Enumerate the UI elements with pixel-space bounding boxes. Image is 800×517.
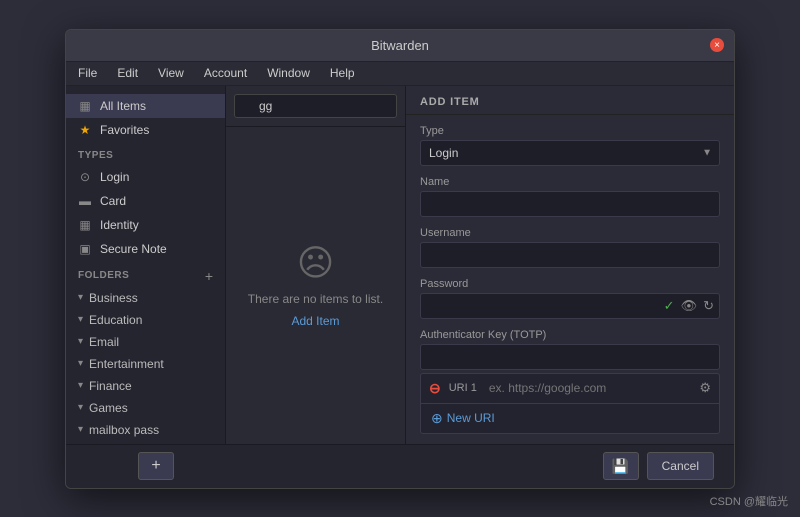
window-title: Bitwarden	[371, 38, 429, 53]
folder-finance[interactable]: ▾ Finance	[66, 375, 225, 397]
totp-form-group: Authenticator Key (TOTP)	[420, 329, 720, 370]
menu-account[interactable]: Account	[200, 64, 251, 82]
name-input[interactable]	[420, 191, 720, 217]
uri-remove-button[interactable]: ⊖	[429, 380, 441, 397]
bottom-left: +	[76, 452, 236, 480]
password-eye-icon[interactable]: 👁	[681, 298, 698, 314]
folder-arrow-icon: ▾	[78, 424, 83, 435]
identity-icon: ▦	[78, 218, 92, 232]
password-form-group: Password ✓ 👁 ↻	[420, 278, 720, 319]
menu-edit[interactable]: Edit	[113, 64, 142, 82]
sidebar-item-favorites[interactable]: ★ Favorites	[66, 118, 225, 142]
types-section-label: TYPES	[66, 142, 225, 165]
uri-section: ⊖ URI 1 ⚙ ⊕ New URI	[420, 373, 720, 434]
menu-view[interactable]: View	[154, 64, 188, 82]
folder-business[interactable]: ▾ Business	[66, 287, 225, 309]
menubar: File Edit View Account Window Help	[66, 62, 734, 86]
uri-settings-icon[interactable]: ⚙	[699, 380, 711, 396]
folder-arrow-icon: ▾	[78, 380, 83, 391]
sidebar-item-all-items[interactable]: ▦ All Items	[66, 94, 225, 118]
watermark: CSDN @耀临光	[710, 493, 788, 509]
save-button[interactable]: 💾	[603, 452, 639, 480]
menu-window[interactable]: Window	[263, 64, 314, 82]
folders-section-header: FOLDERS +	[66, 261, 225, 287]
main-content: ▦ All Items ★ Favorites TYPES ⊙ Login ▬ …	[66, 86, 734, 444]
sidebar-item-login[interactable]: ⊙ Login	[66, 165, 225, 189]
menu-help[interactable]: Help	[326, 64, 359, 82]
empty-state-text: There are no items to list.	[248, 292, 383, 306]
folder-entertainment[interactable]: ▾ Entertainment	[66, 353, 225, 375]
new-uri-plus-icon: ⊕	[431, 410, 443, 427]
password-generate-icon[interactable]: ↻	[703, 298, 714, 314]
folder-education[interactable]: ▾ Education	[66, 309, 225, 331]
login-icon: ⊙	[78, 170, 92, 184]
totp-label: Authenticator Key (TOTP)	[420, 329, 720, 341]
sidebar-item-secure-note[interactable]: ▣ Secure Note	[66, 237, 225, 261]
bottom-right: 💾 Cancel	[236, 452, 724, 480]
password-check-icon[interactable]: ✓	[664, 298, 675, 314]
folder-arrow-icon: ▾	[78, 292, 83, 303]
sidebar-item-identity[interactable]: ▦ Identity	[66, 213, 225, 237]
folder-arrow-icon: ▾	[78, 336, 83, 347]
type-select[interactable]: Login Card Identity Secure Note	[420, 140, 720, 166]
username-form-group: Username	[420, 227, 720, 268]
totp-input[interactable]	[420, 344, 720, 370]
username-input[interactable]	[420, 242, 720, 268]
sidebar: ▦ All Items ★ Favorites TYPES ⊙ Login ▬ …	[66, 86, 226, 444]
type-label: Type	[420, 125, 720, 137]
desktop-background: Bitwarden × File Edit View Account Windo…	[0, 0, 800, 517]
type-form-group: Type Login Card Identity Secure Note ▼	[420, 125, 720, 166]
sad-face-icon: ☹	[297, 242, 335, 284]
add-large-button[interactable]: +	[138, 452, 174, 480]
card-icon: ▬	[78, 194, 92, 208]
uri-label: URI 1	[449, 382, 477, 394]
save-icon: 💾	[612, 458, 629, 475]
secure-note-icon: ▣	[78, 242, 92, 256]
items-list-panel: 🔍 ☹ There are no items to list. Add Item	[226, 86, 406, 444]
bottom-bar: + 💾 Cancel	[66, 444, 734, 488]
search-wrapper: 🔍	[234, 94, 397, 118]
folder-arrow-icon: ▾	[78, 314, 83, 325]
folder-arrow-icon: ▾	[78, 402, 83, 413]
type-select-wrapper: Login Card Identity Secure Note ▼	[420, 140, 720, 166]
form-area: Type Login Card Identity Secure Note ▼	[406, 115, 734, 373]
search-input[interactable]	[234, 94, 397, 118]
new-uri-button[interactable]: ⊕ New URI	[421, 403, 719, 433]
uri-row: ⊖ URI 1 ⚙	[421, 374, 719, 403]
bitwarden-window: Bitwarden × File Edit View Account Windo…	[65, 29, 735, 489]
folder-arrow-icon: ▾	[78, 358, 83, 369]
add-folder-button[interactable]: +	[205, 269, 213, 283]
empty-state: ☹ There are no items to list. Add Item	[226, 127, 405, 444]
name-label: Name	[420, 176, 720, 188]
titlebar: Bitwarden ×	[66, 30, 734, 62]
uri-input[interactable]	[489, 381, 691, 395]
star-icon: ★	[78, 123, 92, 137]
password-icons: ✓ 👁 ↻	[664, 298, 714, 314]
username-label: Username	[420, 227, 720, 239]
password-input-wrapper: ✓ 👁 ↻	[420, 293, 720, 319]
sidebar-item-card[interactable]: ▬ Card	[66, 189, 225, 213]
grid-icon: ▦	[78, 99, 92, 113]
add-item-header: ADD ITEM	[406, 86, 734, 115]
cancel-button[interactable]: Cancel	[647, 452, 714, 480]
folder-mailbox-pass[interactable]: ▾ mailbox pass	[66, 419, 225, 441]
add-item-link[interactable]: Add Item	[291, 314, 339, 328]
menu-file[interactable]: File	[74, 64, 101, 82]
folder-games[interactable]: ▾ Games	[66, 397, 225, 419]
name-form-group: Name	[420, 176, 720, 217]
folders-label: FOLDERS	[78, 270, 129, 281]
add-item-panel: ADD ITEM Type Login Card Identity Secure…	[406, 86, 734, 444]
folder-email[interactable]: ▾ Email	[66, 331, 225, 353]
password-label: Password	[420, 278, 720, 290]
search-bar: 🔍	[226, 86, 405, 127]
close-button[interactable]: ×	[710, 38, 724, 52]
